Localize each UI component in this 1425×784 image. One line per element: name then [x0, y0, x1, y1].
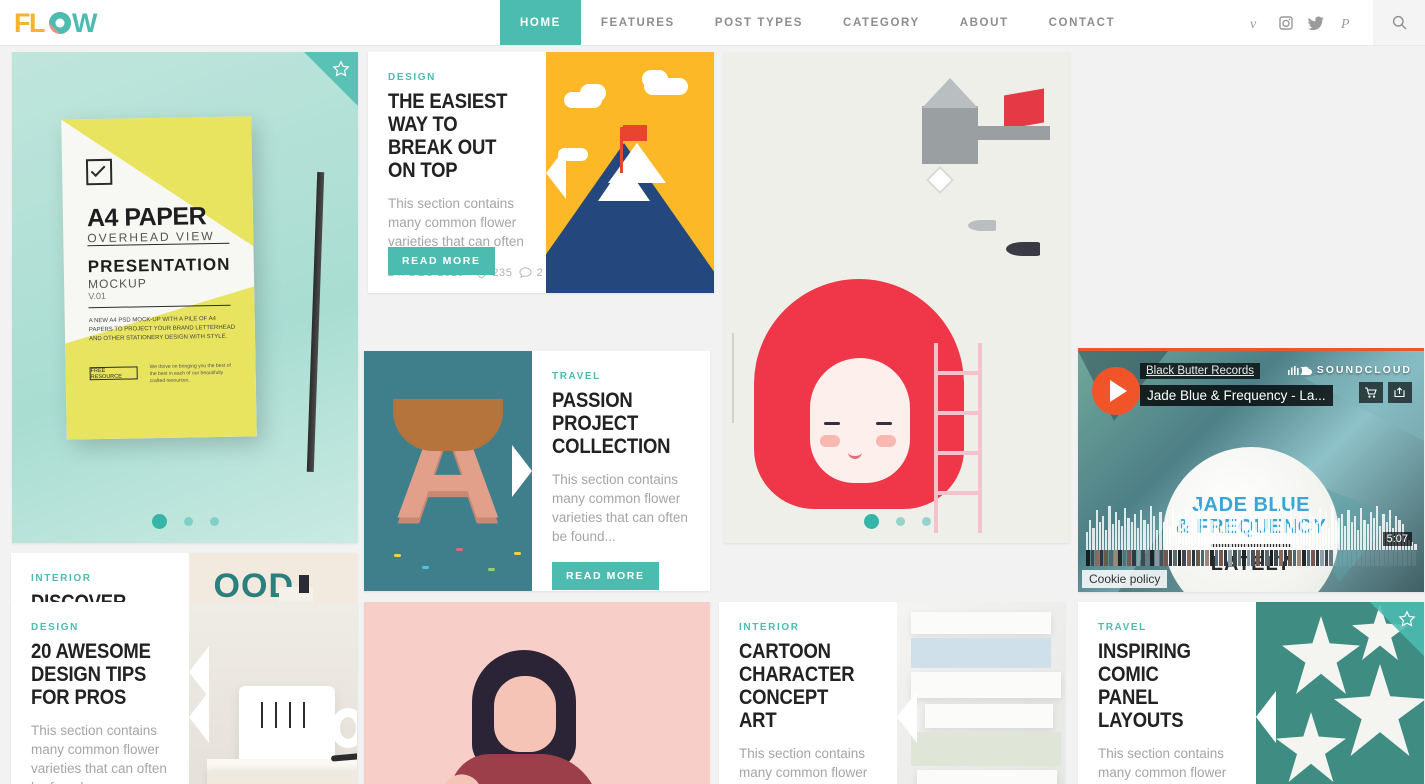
post-title[interactable]: THE EASIEST WAY TO BREAK OUT ON TOP	[388, 90, 509, 182]
post-category[interactable]: TRAVEL	[1098, 622, 1236, 633]
post-title[interactable]: CARTOON CHARACTER CONCEPT ART	[739, 640, 860, 732]
slider-dot-1[interactable]	[151, 514, 167, 529]
site-header: F L W HOME FEATURES POST TYPES CATEGORY …	[0, 0, 1425, 46]
read-more-button[interactable]: READ MORE	[388, 247, 495, 275]
play-icon	[1109, 380, 1127, 402]
post-text-comic: TRAVEL INSPIRING COMIC PANEL LAYOUTS Thi…	[1078, 602, 1256, 784]
paper-leaf-image	[1256, 602, 1424, 784]
post-text-tips: DESIGN 20 AWESOME DESIGN TIPS FOR PROS T…	[11, 602, 189, 784]
post-text-cartoon: INTERIOR CARTOON CHARACTER CONCEPT ART T…	[719, 602, 897, 784]
soundcloud-brand-label: SOUNDCLOUD	[1316, 364, 1412, 376]
mug-book-image	[189, 602, 357, 784]
svg-text:L: L	[29, 8, 46, 38]
search-icon[interactable]	[1373, 0, 1425, 45]
soundcloud-brand: SOUNDCLOUD	[1287, 364, 1412, 376]
post-category[interactable]: INTERIOR	[739, 622, 877, 633]
bookmark-ribbon[interactable]	[304, 52, 358, 106]
post-title[interactable]: 20 AWESOME DESIGN TIPS FOR PROS	[31, 640, 152, 709]
soundcloud-artist[interactable]: Black Butter Records	[1140, 363, 1261, 379]
cookie-policy-link[interactable]: Cookie policy	[1082, 570, 1168, 588]
soundcloud-track-title[interactable]: Jade Blue & Frequency - La...	[1140, 385, 1333, 406]
logo-area[interactable]: F L W	[0, 0, 500, 45]
slider-dots-center	[724, 514, 1070, 529]
cart-icon	[1365, 387, 1377, 398]
soundcloud-logo-icon	[1287, 366, 1312, 375]
read-more-button[interactable]: READ MORE	[552, 562, 659, 590]
nav-item-home[interactable]: HOME	[500, 0, 581, 45]
pink-girl-image	[364, 602, 710, 784]
nav-item-features[interactable]: FEATURES	[581, 0, 695, 45]
comment-icon	[519, 267, 533, 279]
post-card-tips[interactable]: DESIGN 20 AWESOME DESIGN TIPS FOR PROS T…	[11, 602, 357, 784]
main-navigation: HOME FEATURES POST TYPES CATEGORY ABOUT …	[500, 0, 1135, 45]
post-card-cartoon[interactable]: INTERIOR CARTOON CHARACTER CONCEPT ART T…	[719, 602, 1065, 784]
nav-item-contact[interactable]: CONTACT	[1029, 0, 1136, 45]
post-excerpt: This section contains many common flower…	[31, 723, 167, 784]
post-text-passion: TRAVEL PASSION PROJECT COLLECTION This s…	[532, 351, 710, 591]
soundcloud-actions	[1359, 382, 1412, 403]
pinterest-icon[interactable]: P	[1331, 0, 1361, 45]
post-grid: A4 PAPER OVERHEAD VIEW PRESENTATION MOCK…	[0, 46, 1425, 784]
slider-dot-1[interactable]	[863, 514, 879, 529]
slider-dot-3[interactable]	[921, 517, 931, 526]
post-text-easiest: DESIGN THE EASIEST WAY TO BREAK OUT ON T…	[368, 52, 546, 293]
nav-item-category[interactable]: CATEGORY	[823, 0, 940, 45]
instagram-icon[interactable]	[1271, 0, 1301, 45]
featured-slider-center[interactable]	[724, 52, 1070, 543]
track-duration: 5:07	[1382, 532, 1412, 546]
post-category[interactable]: INTERIOR	[31, 573, 169, 584]
nav-item-about[interactable]: ABOUT	[940, 0, 1029, 45]
shelf-image	[897, 602, 1065, 784]
header-right: v P	[1241, 0, 1425, 45]
post-title[interactable]: INSPIRING COMIC PANEL LAYOUTS	[1098, 640, 1219, 732]
post-card-easiest[interactable]: DESIGN THE EASIEST WAY TO BREAK OUT ON T…	[368, 52, 714, 293]
star-icon	[1398, 610, 1416, 633]
vimeo-icon[interactable]: v	[1241, 0, 1271, 45]
mountain-image	[546, 52, 714, 293]
comments-count: 2	[536, 267, 544, 279]
slider-dot-2[interactable]	[183, 517, 193, 526]
slider-dot-2[interactable]	[895, 517, 905, 526]
post-card-passion[interactable]: TRAVEL PASSION PROJECT COLLECTION This s…	[364, 351, 710, 591]
a4-paper-image: A4 PAPER OVERHEAD VIEW PRESENTATION MOCK…	[12, 52, 358, 543]
likes-count: 235	[492, 267, 513, 279]
post-category[interactable]: TRAVEL	[552, 371, 690, 382]
twitter-icon[interactable]	[1301, 0, 1331, 45]
slider-dots-left	[12, 514, 358, 529]
bookmark-ribbon[interactable]	[1370, 602, 1424, 656]
post-excerpt: This section contains many common flower…	[552, 472, 688, 544]
star-icon	[332, 60, 350, 83]
play-button[interactable]	[1092, 367, 1140, 415]
buy-cart-button[interactable]	[1359, 382, 1383, 403]
share-icon	[1394, 387, 1405, 398]
audio-waveform[interactable]	[1086, 504, 1417, 550]
illustration-image	[724, 52, 1070, 543]
share-button[interactable]	[1388, 382, 1412, 403]
post-card-pink-illustration[interactable]	[364, 602, 710, 784]
post-excerpt: This section contains many common flower…	[739, 746, 868, 780]
post-category[interactable]: DESIGN	[388, 72, 526, 83]
cake-letter-image: A	[364, 351, 532, 591]
post-category[interactable]: DESIGN	[31, 622, 169, 633]
svg-text:W: W	[72, 8, 98, 38]
post-card-comic[interactable]: TRAVEL INSPIRING COMIC PANEL LAYOUTS Thi…	[1078, 602, 1424, 784]
svg-text:P: P	[1340, 17, 1350, 31]
featured-slider-left[interactable]: A4 PAPER OVERHEAD VIEW PRESENTATION MOCK…	[12, 52, 358, 543]
slider-dot-3[interactable]	[209, 517, 219, 526]
waveform-thumbnails	[1086, 550, 1416, 566]
comments-meta[interactable]: 2	[519, 267, 543, 279]
post-title[interactable]: PASSION PROJECT COLLECTION	[552, 389, 673, 458]
post-excerpt: This section contains many common flower…	[1098, 746, 1227, 780]
flow-logo[interactable]: F L W	[14, 6, 104, 40]
svg-text:v: v	[1250, 17, 1257, 31]
nav-item-post-types[interactable]: POST TYPES	[695, 0, 823, 45]
soundcloud-widget[interactable]: Black Butter Records Jade Blue & Frequen…	[1078, 348, 1424, 592]
